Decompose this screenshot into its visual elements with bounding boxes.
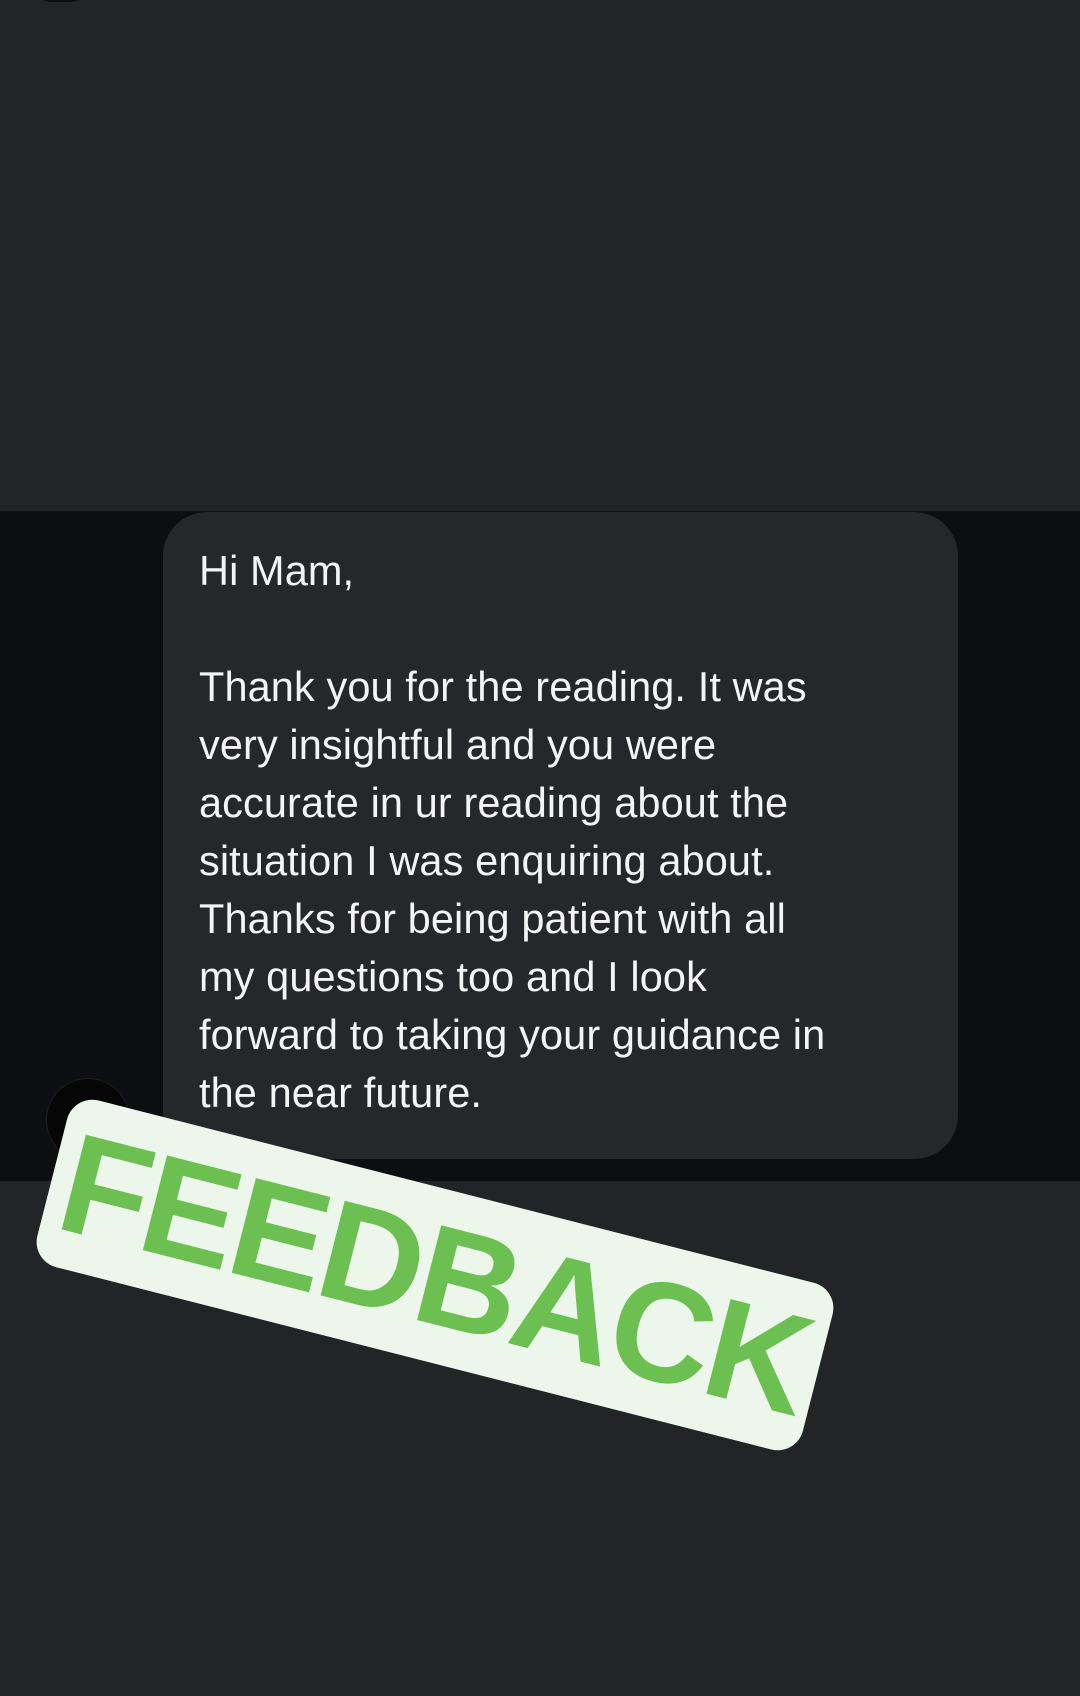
message-line: my questions too and I look (199, 953, 707, 1000)
message-line: situation I was enquiring about. (199, 837, 775, 884)
message-line: accurate in ur reading about the (199, 779, 789, 826)
message-line: the near future. (199, 1069, 483, 1116)
partial-avatar-top (28, 0, 94, 2)
received-message-bubble[interactable]: Hi Mam, Thank you for the reading. It wa… (163, 512, 958, 1159)
message-line: Thank you for the reading. It was (199, 663, 807, 710)
message-greeting: Hi Mam, (199, 547, 355, 594)
message-line: forward to taking your guidance in (199, 1011, 826, 1058)
message-line: very insightful and you were (199, 721, 717, 768)
message-line: Thanks for being patient with all (199, 895, 786, 942)
upper-background (0, 0, 1080, 511)
